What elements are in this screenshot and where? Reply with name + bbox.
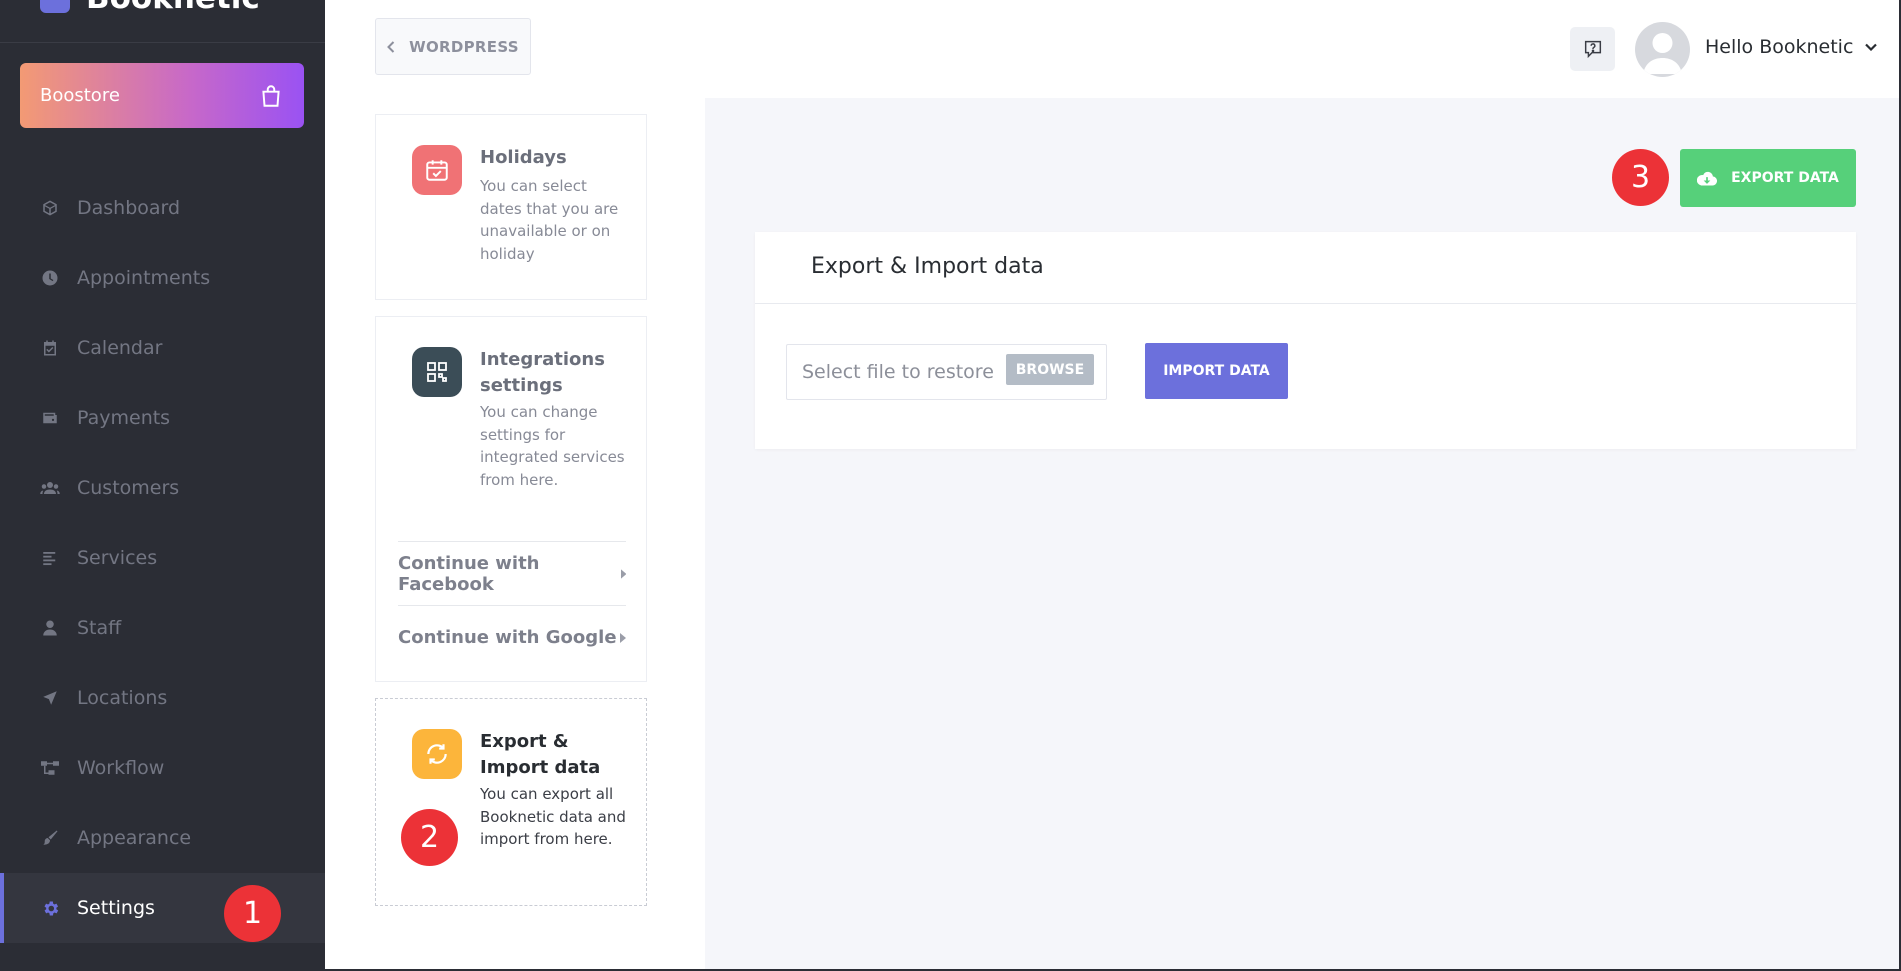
card-title: Export & Import data [480,731,601,778]
avatar[interactable] [1635,22,1690,77]
sidebar-item-appointments[interactable]: Appointments [0,243,325,313]
sidebar-item-label: Dashboard [77,197,181,219]
help-chat-icon [1584,40,1601,59]
boostore-label: Boostore [40,85,120,106]
sync-icon [412,729,462,779]
sidebar: Booknetic Boostore Dashboard Appointment… [0,0,325,971]
file-input-placeholder: Select file to restore [802,361,994,383]
calendar-check-icon [40,338,60,358]
calendar-check-icon [412,145,462,195]
location-arrow-icon [40,688,60,708]
cube-icon [40,198,60,218]
logo-mark-icon [40,0,70,13]
user-menu[interactable]: Hello Booknetic [1705,36,1878,58]
export-data-label: EXPORT DATA [1731,170,1839,186]
continue-with-google-link[interactable]: Continue with Google [398,605,626,669]
caret-right-icon [620,632,626,643]
user-icon [40,618,60,638]
browse-label: BROWSE [1015,361,1085,378]
user-avatar-icon [1643,33,1682,74]
sidebar-item-label: Payments [77,407,171,429]
caret-right-icon [620,568,626,579]
back-label: WORDPRESS [409,37,519,56]
export-import-panel: Export & Import data Select file to rest… [755,232,1856,449]
qr-code-icon [412,347,462,397]
card-title: Integrations settings [480,349,605,396]
chevron-left-icon [387,40,395,53]
browse-button[interactable]: BROWSE [1006,354,1094,385]
sidebar-item-label: Staff [77,617,122,639]
clock-icon [40,268,60,288]
sidebar-item-label: Workflow [77,757,165,779]
card-description: You can select dates that you are unavai… [480,177,619,263]
back-to-wordpress-button[interactable]: WORDPRESS [375,18,531,75]
export-data-button[interactable]: EXPORT DATA [1680,149,1856,207]
sidebar-item-workflow[interactable]: Workflow [0,733,325,803]
brand-name: Booknetic [86,0,260,16]
sidebar-item-label: Settings [77,897,155,919]
sidebar-item-label: Calendar [77,337,163,359]
user-greeting: Hello Booknetic [1705,36,1854,58]
shopping-bag-icon [262,84,280,107]
panel-title: Export & Import data [811,254,1044,279]
card-title: Holidays [480,147,567,168]
panel-divider [755,303,1856,304]
card-description: You can export all Booknetic data and im… [480,785,626,848]
sidebar-item-locations[interactable]: Locations [0,663,325,733]
sidebar-item-payments[interactable]: Payments [0,383,325,453]
card-description: You can change settings for integrated s… [480,403,625,489]
sidebar-item-label: Locations [77,687,168,709]
sidebar-item-customers[interactable]: Customers [0,453,325,523]
import-data-button[interactable]: IMPORT DATA [1145,343,1288,399]
sidebar-item-label: Appearance [77,827,192,849]
settings-card-holidays[interactable]: Holidays You can select dates that you a… [375,114,647,300]
step-badge-2: 2 [401,809,458,866]
sidebar-item-label: Appointments [77,267,211,289]
continue-with-facebook-link[interactable]: Continue with Facebook [398,541,626,605]
brand-logo[interactable]: Booknetic [40,0,260,18]
sidebar-item-dashboard[interactable]: Dashboard [0,173,325,243]
sidebar-nav: Dashboard Appointments Calendar Payments… [0,173,325,943]
sidebar-item-calendar[interactable]: Calendar [0,313,325,383]
wallet-icon [40,408,60,428]
step-badge-1: 1 [224,885,281,942]
sidebar-item-appearance[interactable]: Appearance [0,803,325,873]
sidebar-item-services[interactable]: Services [0,523,325,593]
boostore-button[interactable]: Boostore [20,63,304,128]
link-label: Continue with Google [398,627,617,648]
step-badge-3: 3 [1612,149,1669,206]
sidebar-item-staff[interactable]: Staff [0,593,325,663]
top-bar: WORDPRESS Hello Booknetic [325,0,1901,98]
link-label: Continue with Facebook [398,552,540,595]
settings-card-integrations[interactable]: Integrations settings You can change set… [375,316,647,682]
users-icon [40,478,60,498]
cloud-download-icon [1697,171,1718,186]
gear-icon [40,898,60,918]
help-button[interactable] [1570,27,1615,71]
settings-list: Holidays You can select dates that you a… [325,98,705,971]
sidebar-item-label: Services [77,547,158,569]
brush-icon [40,828,60,848]
sidebar-divider [0,42,325,43]
settings-card-export-import[interactable]: Export & Import data You can export all … [375,698,647,906]
list-icon [40,548,60,568]
workflow-icon [40,758,60,778]
chevron-down-icon [1865,43,1878,51]
import-data-label: IMPORT DATA [1163,363,1270,379]
sidebar-item-label: Customers [77,477,180,499]
